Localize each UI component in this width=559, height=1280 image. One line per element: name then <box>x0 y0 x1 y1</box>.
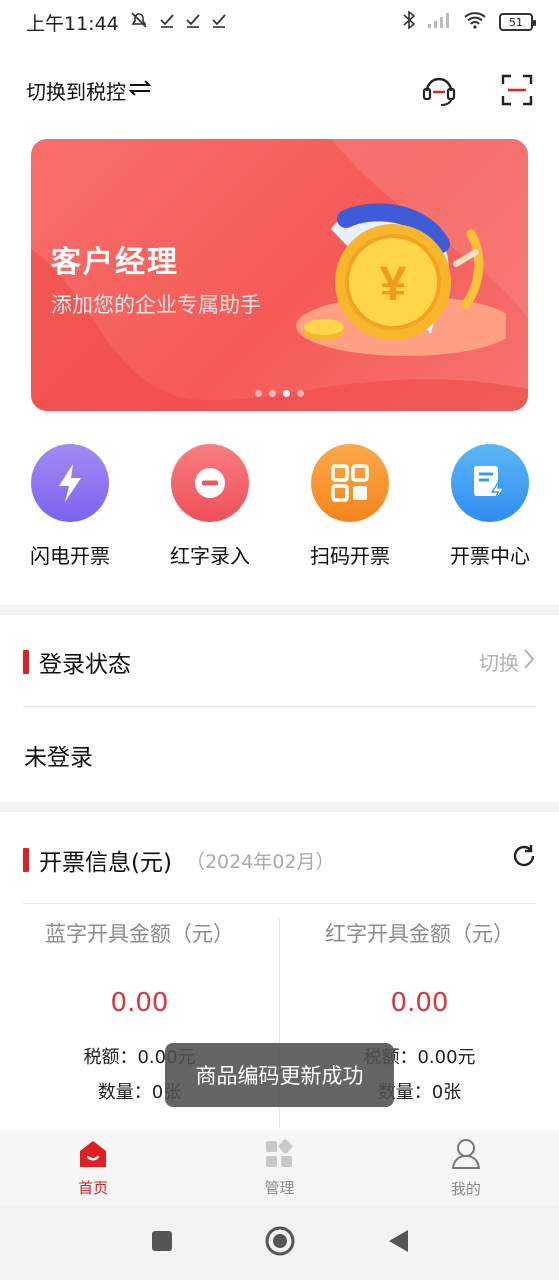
quick-action-label: 扫码开票 <box>310 544 390 568</box>
svg-text:¥: ¥ <box>380 258 407 311</box>
red-amount-title: 红字开具金额（元） <box>325 922 514 946</box>
section-marker <box>23 650 29 674</box>
quick-action-red-entry[interactable]: 红字录入 <box>140 444 280 569</box>
grid-icon <box>264 1139 294 1173</box>
section-marker <box>23 848 29 872</box>
pagination-dot-active[interactable] <box>283 390 290 397</box>
system-navigation-bar <box>0 1206 559 1280</box>
blue-amount-title: 蓝字开具金额（元） <box>45 922 234 946</box>
header: 切换到税控 <box>0 62 559 118</box>
tab-label: 管理 <box>264 1178 295 1197</box>
mute-icon <box>129 11 149 34</box>
section-separator <box>0 605 559 615</box>
login-switch-label: 切换 <box>479 651 519 675</box>
status-bar: 上午11:44 51 <box>0 0 559 44</box>
promo-banner[interactable]: 客户经理 添加您的企业专属助手 ¥ <box>31 139 528 411</box>
pagination-dot[interactable] <box>269 390 276 397</box>
login-switch-button[interactable]: 切换 <box>479 647 535 676</box>
user-icon <box>451 1138 481 1174</box>
battery-icon: 51 <box>499 13 536 31</box>
swap-icon <box>128 78 152 102</box>
red-amount-value: 0.00 <box>390 988 449 1018</box>
switch-tax-control-button[interactable]: 切换到税控 <box>26 76 152 105</box>
invoice-period: （2024年02月） <box>185 850 335 873</box>
section-separator <box>0 802 559 812</box>
invoice-info-title: 开票信息(元) （2024年02月） <box>23 843 334 877</box>
divider <box>23 706 536 707</box>
status-time: 上午11:44 <box>26 12 119 35</box>
tab-home[interactable]: 首页 <box>0 1130 186 1206</box>
blue-amount-value: 0.00 <box>110 988 169 1018</box>
invoice-info-heading: 开票信息(元) <box>39 850 172 876</box>
signal-icon <box>427 11 451 33</box>
login-status-title: 登录状态 <box>23 645 131 679</box>
quick-actions: 闪电开票 红字录入 扫码开票 开票中心 <box>0 444 559 584</box>
login-status-heading: 登录状态 <box>39 652 131 678</box>
bottom-tab-bar: 首页 管理 我的 <box>0 1130 559 1206</box>
wifi-icon <box>463 11 487 34</box>
coin-illustration: ¥ <box>276 194 516 378</box>
tab-manage[interactable]: 管理 <box>186 1130 372 1206</box>
invoice-center-icon <box>451 444 529 522</box>
pagination-dot[interactable] <box>297 390 304 397</box>
customer-service-icon[interactable] <box>421 73 457 107</box>
quick-action-invoice-center[interactable]: 开票中心 <box>420 444 559 569</box>
minus-circle-icon <box>171 444 249 522</box>
check-icon <box>185 11 201 33</box>
tab-profile[interactable]: 我的 <box>373 1130 559 1206</box>
lightning-icon <box>31 444 109 522</box>
back-icon[interactable] <box>386 1228 410 1258</box>
banner-subtitle: 添加您的企业专属助手 <box>51 293 261 317</box>
switch-label: 切换到税控 <box>26 79 126 104</box>
quick-action-label: 红字录入 <box>170 544 250 568</box>
qrcode-icon <box>311 444 389 522</box>
tab-label: 首页 <box>78 1178 109 1197</box>
chevron-right-icon <box>523 648 535 675</box>
pagination-dot[interactable] <box>255 390 262 397</box>
bluetooth-icon <box>403 9 416 35</box>
login-status-value: 未登录 <box>24 745 93 771</box>
check-icon <box>211 11 227 33</box>
scan-icon[interactable] <box>501 74 533 106</box>
toast-message: 商品编码更新成功 <box>165 1043 394 1107</box>
refresh-icon[interactable] <box>511 843 537 873</box>
check-icon <box>159 11 175 33</box>
quick-action-label: 开票中心 <box>450 544 530 568</box>
divider <box>23 903 536 904</box>
quick-action-lightning-invoice[interactable]: 闪电开票 <box>0 444 140 569</box>
banner-pagination <box>255 390 304 397</box>
quick-action-scan-invoice[interactable]: 扫码开票 <box>280 444 420 569</box>
recents-icon[interactable] <box>150 1229 174 1257</box>
banner-title: 客户经理 <box>51 245 179 280</box>
home-nav-icon[interactable] <box>264 1225 296 1261</box>
home-icon <box>77 1139 109 1173</box>
tab-label: 我的 <box>450 1179 481 1198</box>
quick-action-label: 闪电开票 <box>30 544 110 568</box>
